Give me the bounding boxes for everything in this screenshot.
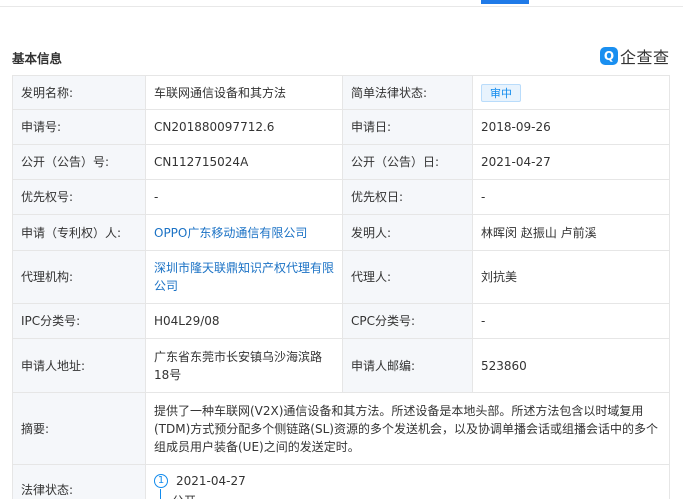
- table-row: 申请号: CN201880097712.6 申请日: 2018-09-26: [12, 109, 670, 145]
- table-row: 代理机构: 深圳市隆天联鼎知识产权代理有限公司 代理人: 刘抗美: [12, 250, 670, 304]
- cpc-value: -: [472, 303, 670, 339]
- inventor-value: 林晖闵 赵振山 卢前溪: [472, 214, 670, 251]
- address-label: 申请人地址:: [12, 338, 146, 393]
- application-date-label: 申请日:: [342, 109, 473, 145]
- patent-info-table: 发明名称: 车联网通信设备和其方法 简单法律状态: 审中 申请号: CN2018…: [12, 75, 670, 499]
- timeline-step-icon: 1: [154, 474, 168, 488]
- timeline-event: 公开: [172, 492, 196, 499]
- agent-label: 代理人:: [342, 250, 473, 304]
- agent-value: 刘抗美: [472, 250, 670, 304]
- top-divider: [0, 6, 683, 7]
- abstract-value: 提供了一种车联网(V2X)通信设备和其方法。所述设备是本地头部。所述方法包含以时…: [145, 392, 670, 465]
- table-row: IPC分类号: H04L29/08 CPC分类号: -: [12, 303, 670, 339]
- applicant-label: 申请（专利权）人:: [12, 214, 146, 251]
- legal-status-cell: 审中: [472, 75, 670, 110]
- postcode-label: 申请人邮编:: [342, 338, 473, 393]
- section-header: 基本信息 Q 企查查: [0, 38, 683, 74]
- applicant-link[interactable]: OPPO广东移动通信有限公司: [145, 214, 343, 251]
- application-no-value: CN201880097712.6: [145, 109, 343, 145]
- table-row: 法律状态: 1 2021-04-27 公开: [12, 464, 670, 499]
- address-value: 广东省东莞市长安镇乌沙海滨路18号: [145, 338, 343, 393]
- timeline-entry: 1 2021-04-27: [154, 472, 246, 490]
- qichacha-logo-text: 企查查: [620, 48, 670, 67]
- timeline-date: 2021-04-27: [176, 474, 246, 488]
- table-row: 申请（专利权）人: OPPO广东移动通信有限公司 发明人: 林晖闵 赵振山 卢前…: [12, 214, 670, 251]
- priority-no-value: -: [145, 179, 343, 215]
- legal-label: 法律状态:: [12, 464, 146, 499]
- invention-name-label: 发明名称:: [12, 75, 146, 110]
- priority-no-label: 优先权号:: [12, 179, 146, 215]
- ipc-value: H04L29/08: [145, 303, 343, 339]
- table-row: 申请人地址: 广东省东莞市长安镇乌沙海滨路18号 申请人邮编: 523860: [12, 338, 670, 393]
- legal-status-label: 简单法律状态:: [342, 75, 473, 110]
- abstract-label: 摘要:: [12, 392, 146, 465]
- postcode-value: 523860: [472, 338, 670, 393]
- agency-link[interactable]: 深圳市隆天联鼎知识产权代理有限公司: [145, 250, 343, 304]
- agency-label: 代理机构:: [12, 250, 146, 304]
- publication-date-value: 2021-04-27: [472, 144, 670, 180]
- table-row: 优先权号: - 优先权日: -: [12, 179, 670, 215]
- table-row: 公开（公告）号: CN112715024A 公开（公告）日: 2021-04-2…: [12, 144, 670, 180]
- top-bar: [0, 0, 683, 7]
- legal-timeline: 1 2021-04-27 公开: [154, 465, 661, 499]
- table-row: 摘要: 提供了一种车联网(V2X)通信设备和其方法。所述设备是本地头部。所述方法…: [12, 392, 670, 465]
- priority-date-label: 优先权日:: [342, 179, 473, 215]
- publication-no-value: CN112715024A: [145, 144, 343, 180]
- section-title: 基本信息: [12, 51, 63, 66]
- invention-name-value: 车联网通信设备和其方法: [145, 75, 343, 110]
- qichacha-logo[interactable]: Q 企查查: [600, 45, 670, 67]
- application-no-label: 申请号:: [12, 109, 146, 145]
- inventor-label: 发明人:: [342, 214, 473, 251]
- cpc-label: CPC分类号:: [342, 303, 473, 339]
- table-row: 发明名称: 车联网通信设备和其方法 简单法律状态: 审中: [12, 75, 670, 110]
- timeline-connector: [160, 489, 161, 499]
- ipc-label: IPC分类号:: [12, 303, 146, 339]
- legal-status-badge: 审中: [481, 83, 521, 102]
- priority-date-value: -: [472, 179, 670, 215]
- publication-date-label: 公开（公告）日:: [342, 144, 473, 180]
- legal-timeline-cell: 1 2021-04-27 公开: [145, 464, 670, 499]
- publication-no-label: 公开（公告）号:: [12, 144, 146, 180]
- top-button-edge[interactable]: [481, 0, 529, 4]
- qichacha-logo-icon: Q: [600, 47, 618, 65]
- application-date-value: 2018-09-26: [472, 109, 670, 145]
